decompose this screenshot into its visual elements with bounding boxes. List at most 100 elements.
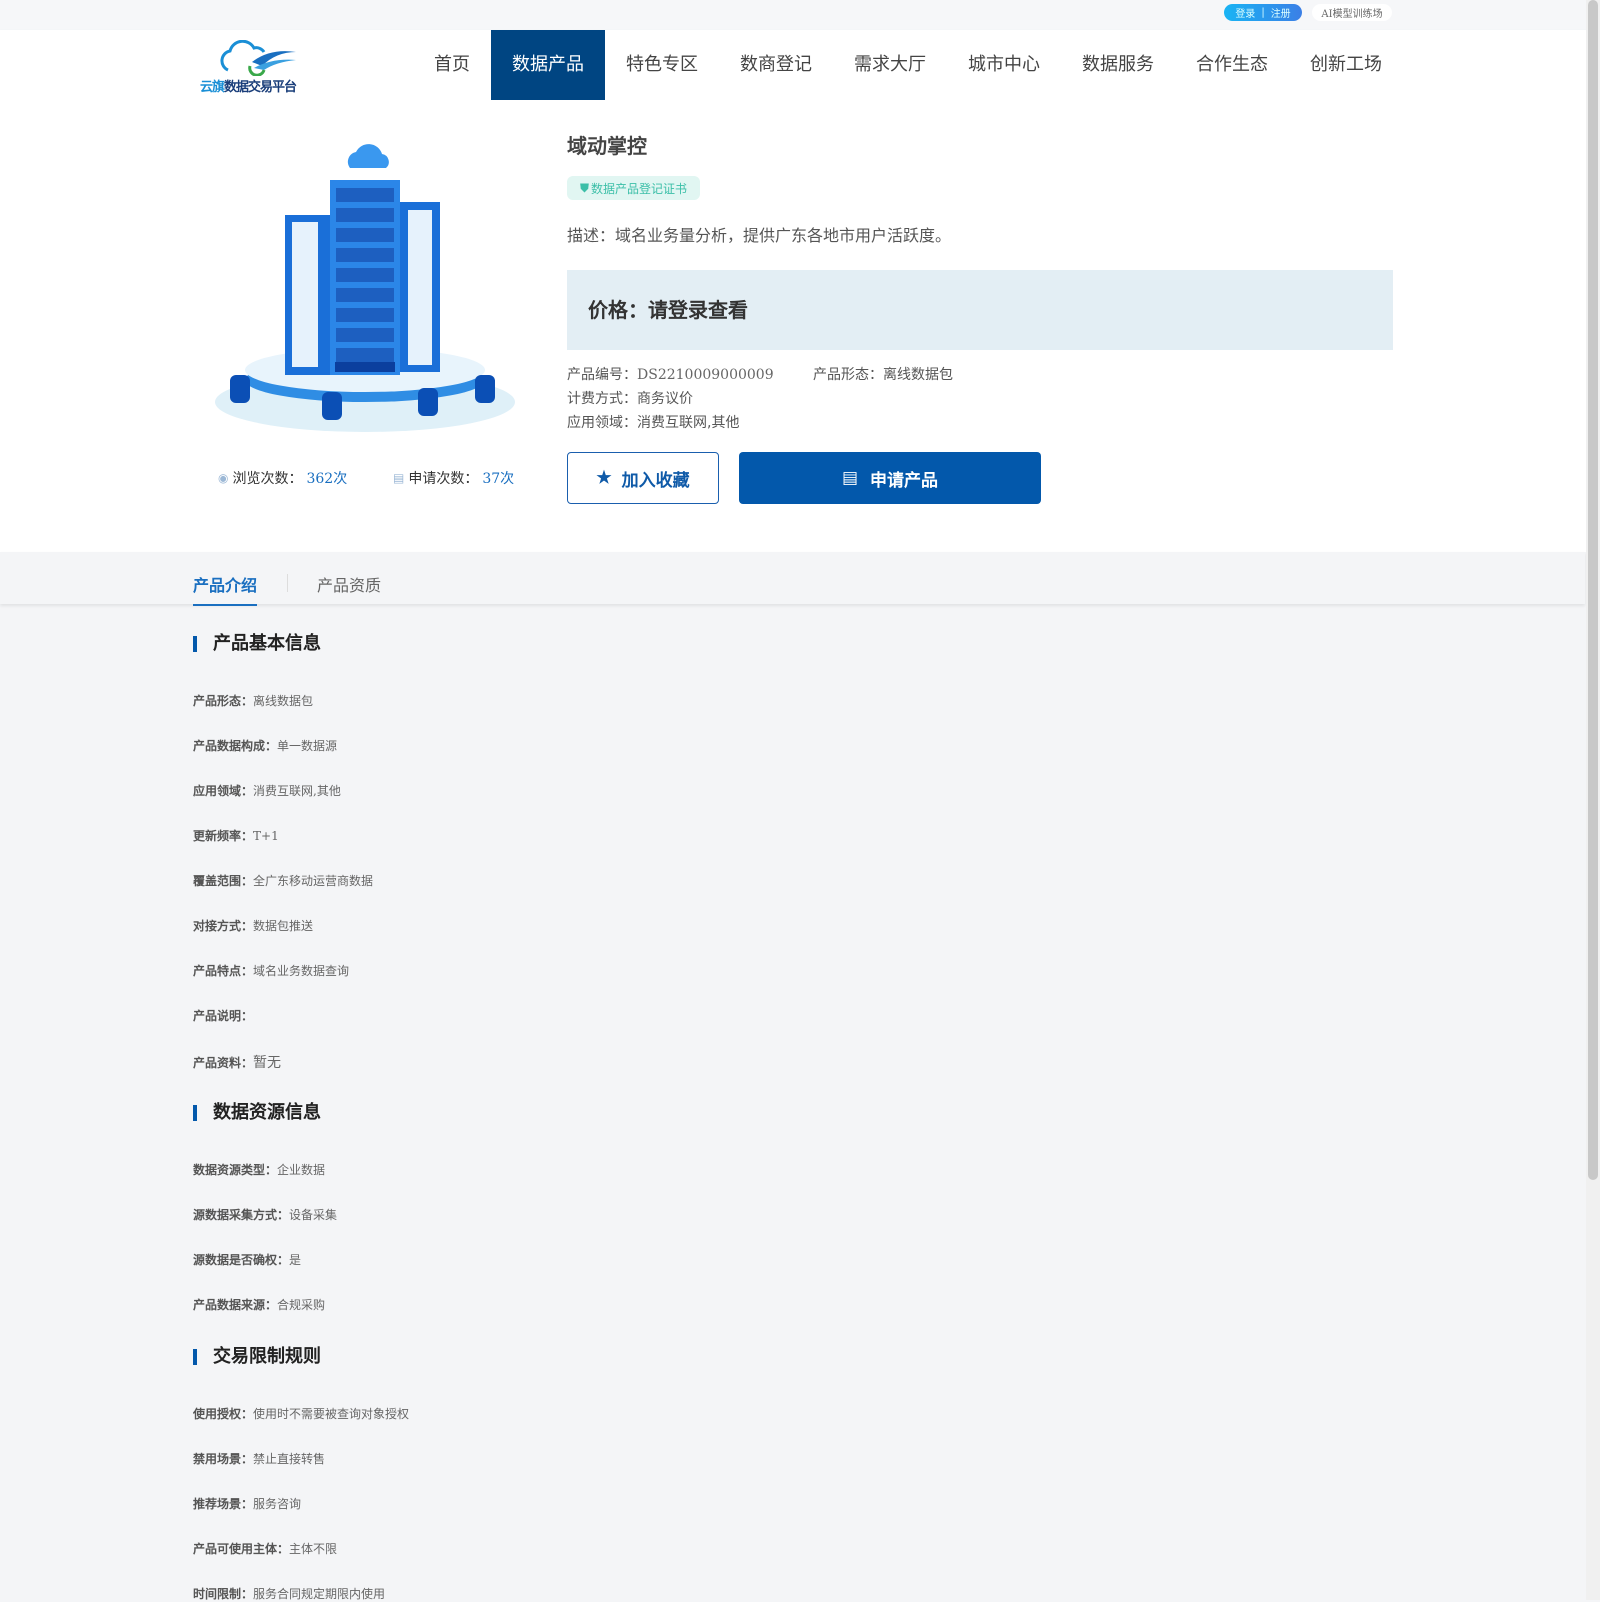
eye-icon: ◉: [218, 471, 229, 485]
info-value: 使用时不需要被查询对象授权: [253, 1407, 410, 1421]
info-label: 产品形态：: [193, 694, 254, 708]
info-label: 产品数据构成：: [193, 739, 278, 753]
nav-ecosystem[interactable]: 合作生态: [1175, 30, 1289, 100]
apply-count: ▤ 申请次数： 37次: [393, 471, 515, 487]
info-row: 应用领域：消费互联网,其他: [193, 782, 1193, 799]
nav-data-products[interactable]: 数据产品: [491, 30, 605, 100]
cloud-logo-icon: [220, 40, 296, 76]
nav-data-services[interactable]: 数据服务: [1061, 30, 1175, 100]
info-value: 设备采集: [289, 1208, 338, 1222]
info-label: 产品说明：: [193, 1009, 254, 1023]
section-heading: 数据资源信息: [193, 1104, 321, 1122]
info-label: 源数据是否确权：: [193, 1253, 290, 1267]
info-label: 产品可使用主体：: [193, 1542, 290, 1556]
nav-featured[interactable]: 特色专区: [605, 30, 719, 100]
separator: |: [1261, 7, 1265, 18]
info-value: 服务合同规定期限内使用: [253, 1587, 386, 1601]
info-value: 消费互联网,其他: [253, 784, 341, 798]
nav-menu: 首页 数据产品 特色专区 数商登记 需求大厅 城市中心 数据服务 合作生态 创新…: [413, 30, 1403, 100]
shield-icon: ⛊: [579, 180, 589, 195]
info-label: 覆盖范围：: [193, 874, 254, 888]
nav-home[interactable]: 首页: [413, 30, 491, 100]
product-description: 描述：域名业务量分析，提供广东各地市用户活跃度。: [567, 226, 952, 245]
info-value: 离线数据包: [253, 694, 314, 708]
info-label: 源数据采集方式：: [193, 1208, 290, 1222]
login-register-pill: 登录 | 注册: [1224, 4, 1302, 21]
register-link[interactable]: 注册: [1271, 5, 1291, 20]
info-label: 应用领域：: [193, 784, 254, 798]
info-label: 对接方式：: [193, 919, 254, 933]
info-row: 禁用场景：禁止直接转售: [193, 1450, 1193, 1467]
info-label: 推荐场景：: [193, 1497, 254, 1511]
info-label: 产品数据来源：: [193, 1298, 278, 1312]
star-icon: ★: [596, 468, 612, 488]
info-value: 服务咨询: [253, 1497, 302, 1511]
application-domain: 应用领域：消费互联网,其他: [567, 415, 740, 431]
registration-certificate-badge[interactable]: ⛊ 数据产品登记证书: [567, 176, 700, 200]
form-icon: ▤: [393, 471, 405, 485]
view-count: ◉ 浏览次数： 362次: [218, 471, 348, 487]
detail-tabs: 产品介绍 产品资质: [0, 552, 1585, 606]
info-row: 源数据是否确权：是: [193, 1251, 1193, 1268]
tab-divider: [287, 574, 288, 592]
nav-demand-hall[interactable]: 需求大厅: [833, 30, 947, 100]
info-row: 产品数据构成：单一数据源: [193, 737, 1193, 754]
billing-method: 计费方式：商务议价: [567, 391, 693, 407]
server-illustration: [215, 144, 515, 432]
info-label: 产品资料：: [193, 1056, 254, 1070]
section-heading: 交易限制规则: [193, 1348, 321, 1366]
scrollbar-thumb[interactable]: [1588, 0, 1598, 1180]
logo-text: 云旗数据交易平台: [200, 80, 297, 95]
login-link[interactable]: 登录: [1235, 5, 1255, 20]
info-label: 禁用场景：: [193, 1452, 254, 1466]
section-heading: 产品基本信息: [193, 635, 321, 653]
ai-training-link[interactable]: AI模型训练场: [1312, 4, 1392, 21]
info-value: 主体不限: [289, 1542, 338, 1556]
tab-product-intro[interactable]: 产品介绍: [193, 572, 258, 606]
info-row: 产品可使用主体：主体不限: [193, 1540, 1193, 1557]
info-row: 产品数据来源：合规采购: [193, 1296, 1193, 1313]
main-nav: 云旗数据交易平台 首页 数据产品 特色专区 数商登记 需求大厅 城市中心 数据服…: [0, 30, 1600, 102]
tab-product-qualification[interactable]: 产品资质: [317, 572, 381, 604]
info-label: 数据资源类型：: [193, 1163, 278, 1177]
product-title: 域动掌控: [567, 134, 647, 158]
info-value: 暂无: [253, 1055, 282, 1071]
info-row: 产品资料：暂无: [193, 1052, 1193, 1072]
info-row: 覆盖范围：全广东移动运营商数据: [193, 872, 1193, 889]
info-value: 全广东移动运营商数据: [253, 874, 374, 888]
info-row: 数据资源类型：企业数据: [193, 1161, 1193, 1178]
info-label: 产品特点：: [193, 964, 254, 978]
info-label: 时间限制：: [193, 1587, 254, 1601]
scrollbar-track[interactable]: [1586, 0, 1600, 1600]
info-value: 合规采购: [277, 1298, 326, 1312]
info-value: 禁止直接转售: [253, 1452, 326, 1466]
info-row: 对接方式：数据包推送: [193, 917, 1193, 934]
nav-city-center[interactable]: 城市中心: [947, 30, 1061, 100]
top-bar: 登录 | 注册 AI模型训练场: [0, 0, 1600, 30]
info-label: 使用授权：: [193, 1407, 254, 1421]
info-row: 推荐场景：服务咨询: [193, 1495, 1193, 1512]
info-label: 更新频率：: [193, 829, 254, 843]
info-value: 单一数据源: [277, 739, 338, 753]
nav-merchant-register[interactable]: 数商登记: [719, 30, 833, 100]
info-row: 使用授权：使用时不需要被查询对象授权: [193, 1405, 1193, 1422]
info-row: 产品特点：域名业务数据查询: [193, 962, 1193, 979]
info-value: 域名业务数据查询: [253, 964, 350, 978]
info-row: 时间限制：服务合同规定期限内使用: [193, 1585, 1193, 1602]
info-row: 源数据采集方式：设备采集: [193, 1206, 1193, 1223]
nav-innovation[interactable]: 创新工场: [1289, 30, 1403, 100]
info-row: 产品形态：离线数据包: [193, 692, 1193, 709]
product-code: 产品编号：DS2210009000009: [567, 367, 774, 383]
info-row: 更新频率：T+1: [193, 827, 1193, 844]
info-value: 是: [289, 1253, 302, 1267]
document-icon: ▤: [841, 468, 859, 488]
product-hero: ◉ 浏览次数： 362次 ▤ 申请次数： 37次 域动掌控 ⛊ 数据产品登记证书 描述…: [0, 102, 1600, 552]
product-form: 产品形态：离线数据包: [813, 367, 953, 383]
price-box: 价格：请登录查看: [567, 270, 1393, 350]
logo[interactable]: 云旗数据交易平台: [200, 40, 300, 96]
add-favorite-button[interactable]: ★ 加入收藏: [567, 452, 719, 504]
apply-product-button[interactable]: ▤ 申请产品: [739, 452, 1041, 504]
info-value: 企业数据: [277, 1163, 326, 1177]
info-value: T+1: [253, 829, 279, 843]
info-value: 数据包推送: [253, 919, 314, 933]
